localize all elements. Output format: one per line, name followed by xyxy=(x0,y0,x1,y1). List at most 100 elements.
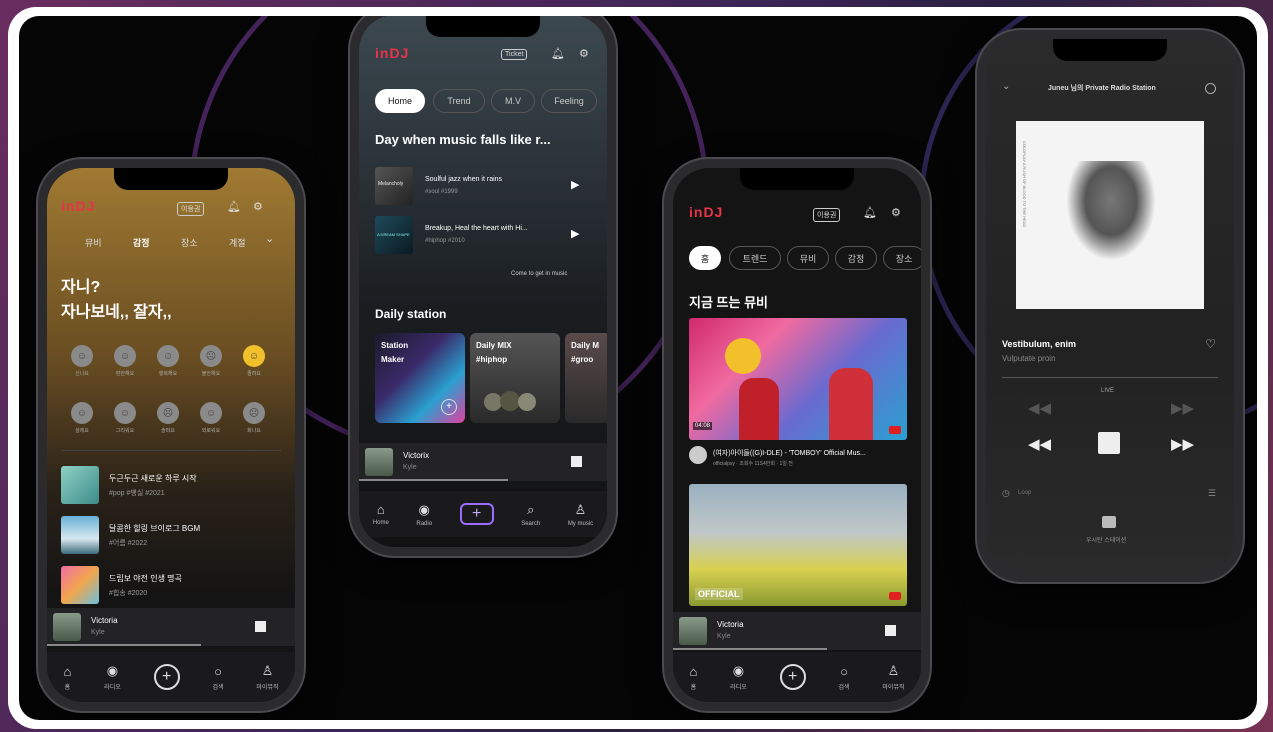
emotion-calm-icon[interactable]: ☺ xyxy=(114,345,136,367)
gear-icon[interactable]: ⚙ xyxy=(891,206,901,219)
gear-icon[interactable]: ⚙ xyxy=(253,200,263,213)
emotion-label: 신나요 xyxy=(75,371,89,377)
nav-search[interactable]: ○ 검색 xyxy=(212,664,223,691)
emotion-sleepy-icon[interactable]: ☺ xyxy=(243,345,265,367)
tab-trend[interactable]: 트렌드 xyxy=(729,246,781,270)
tab-mv[interactable]: 뮤비 xyxy=(787,246,829,270)
tab-home[interactable]: Home xyxy=(375,89,425,113)
stop-button[interactable] xyxy=(1098,432,1120,454)
previous-button[interactable]: ◀◀ xyxy=(1028,435,1051,453)
add-icon[interactable]: + xyxy=(441,399,457,415)
notch xyxy=(425,16,541,37)
play-button[interactable]: ▶ xyxy=(571,227,579,240)
tab-trend[interactable]: Trend xyxy=(433,89,485,113)
track-thumbnail[interactable] xyxy=(61,516,99,554)
track-thumbnail[interactable] xyxy=(61,566,99,604)
track-tags: #soul #1999 xyxy=(425,189,458,195)
add-button[interactable]: + xyxy=(779,664,806,690)
tab-place[interactable]: 장소 xyxy=(883,246,921,270)
track-thumbnail[interactable] xyxy=(61,466,99,504)
mini-player[interactable]: Victorix Kyle xyxy=(359,443,607,481)
nav-search[interactable]: ⌕ Search xyxy=(521,502,540,527)
video-overlay: OFFICIAL xyxy=(695,588,743,600)
station-card[interactable]: Daily M #groo xyxy=(565,333,607,423)
ticket-badge[interactable]: 이용권 xyxy=(177,202,205,216)
tab-home[interactable]: 홈 xyxy=(689,246,721,270)
stop-button[interactable] xyxy=(885,625,896,636)
chevron-down-icon[interactable]: ⌄ xyxy=(265,232,274,245)
more-icon[interactable] xyxy=(1205,83,1216,94)
emotion-happy-icon[interactable]: ☺ xyxy=(157,345,179,367)
nav-mymusic[interactable]: ♙ 마이뮤직 xyxy=(256,663,278,691)
video-title[interactable]: (여자)아이들((G)I-DLE) - 'TOMBOY' Official Mu… xyxy=(713,448,866,458)
ticket-badge[interactable]: Ticket xyxy=(501,49,528,60)
play-button[interactable]: ▶ xyxy=(571,178,579,191)
nav-home[interactable]: ⌂ Home xyxy=(373,502,389,526)
nav-label: 홈 xyxy=(690,684,697,691)
emotion-label: 불안해요 xyxy=(201,371,221,377)
gear-icon[interactable]: ⚙ xyxy=(579,47,589,60)
track-title[interactable]: 달콤한 힐링 브이로그 BGM xyxy=(109,523,200,534)
track-thumbnail[interactable]: A DREAM SHAPE xyxy=(375,216,413,254)
tab-feeling[interactable]: Feeling xyxy=(541,89,597,113)
emotion-lonely-icon[interactable]: ☺ xyxy=(200,402,222,424)
user-icon: ♙ xyxy=(574,501,587,517)
bell-icon[interactable]: 🔔︎ xyxy=(551,47,565,60)
nav-mymusic[interactable]: ♙ 마이뮤직 xyxy=(882,663,904,691)
tab-mv[interactable]: 뮤비 xyxy=(85,236,102,249)
home-icon: ⌂ xyxy=(376,502,385,517)
emotion-sad-icon[interactable]: ☹ xyxy=(157,402,179,424)
emotion-miss-icon[interactable]: ☺ xyxy=(114,402,136,424)
track-title[interactable]: 드립보 야전 인생 명곡 xyxy=(109,573,182,584)
station-card[interactable]: Daily MIX #hiphop xyxy=(470,333,560,423)
station-line2: Maker xyxy=(381,355,405,364)
station-line2: #hiphop xyxy=(476,355,508,364)
progress-bar xyxy=(673,648,827,650)
nav-radio[interactable]: ◉ Radio xyxy=(416,502,432,527)
add-button[interactable]: + xyxy=(153,664,180,690)
nav-search[interactable]: ○ 검색 xyxy=(838,664,849,691)
emotion-excited-icon[interactable]: ☺ xyxy=(71,345,93,367)
add-button[interactable]: + xyxy=(459,503,494,525)
nav-home[interactable]: ⌂ 홈 xyxy=(689,664,697,691)
track-title[interactable]: Soulful jazz when it rains xyxy=(425,176,502,183)
nav-radio[interactable]: ◉ 라디오 xyxy=(104,663,121,691)
heading-line1: 자니? xyxy=(61,279,101,296)
emotion-anxious-icon[interactable]: ☹ xyxy=(200,345,222,367)
track-title[interactable]: Breakup, Heal the heart with Hi... xyxy=(425,225,528,232)
station-icon[interactable] xyxy=(1102,516,1116,528)
nav-mymusic[interactable]: ♙ My music xyxy=(568,502,593,527)
mini-player[interactable]: Victoria Kyle xyxy=(47,608,295,646)
stop-button[interactable] xyxy=(571,456,582,467)
tab-emotion[interactable]: 감정 xyxy=(133,236,150,249)
emotion-angry-icon[interactable]: ☹ xyxy=(243,402,265,424)
chevron-down-icon[interactable]: ⌄ xyxy=(1002,81,1010,92)
video-thumbnail[interactable]: OFFICIAL xyxy=(689,484,907,606)
tab-mv[interactable]: M.V xyxy=(491,89,535,113)
stop-button[interactable] xyxy=(255,621,266,632)
station-card[interactable]: Station Maker + xyxy=(375,333,465,423)
bell-icon[interactable]: 🔔︎ xyxy=(227,200,241,213)
tab-place[interactable]: 장소 xyxy=(181,236,198,249)
nav-home[interactable]: ⌂ 홈 xyxy=(63,664,71,691)
station-line2: #groo xyxy=(571,355,594,364)
emotion-flutter-icon[interactable]: ☺ xyxy=(71,402,93,424)
ticket-badge[interactable]: 이용권 xyxy=(813,208,841,222)
tab-emotion[interactable]: 감정 xyxy=(835,246,877,270)
playlist-icon[interactable]: ☰ xyxy=(1208,488,1216,499)
heart-icon[interactable]: ♡ xyxy=(1205,337,1216,351)
track-thumbnail[interactable]: Melancholy xyxy=(375,167,413,205)
next-button[interactable]: ▶▶ xyxy=(1171,435,1194,453)
emotion-label: 화나요 xyxy=(247,428,261,434)
video-thumbnail[interactable]: 04:08 xyxy=(689,318,907,440)
clock-icon[interactable]: ◷ xyxy=(1002,488,1010,499)
mini-player[interactable]: Victoria Kyle xyxy=(673,612,921,650)
youtube-icon xyxy=(889,426,901,434)
bell-icon[interactable]: 🔔︎ xyxy=(863,206,877,219)
nav-radio[interactable]: ◉ 라디오 xyxy=(730,663,747,691)
more-link[interactable]: Come to get in music xyxy=(511,271,567,277)
tab-season[interactable]: 계절 xyxy=(229,236,246,249)
track-title[interactable]: 두근두근 새로운 하루 시작 xyxy=(109,473,197,484)
channel-avatar[interactable] xyxy=(689,446,707,464)
rewind-icon: ◀◀ xyxy=(1028,400,1052,417)
